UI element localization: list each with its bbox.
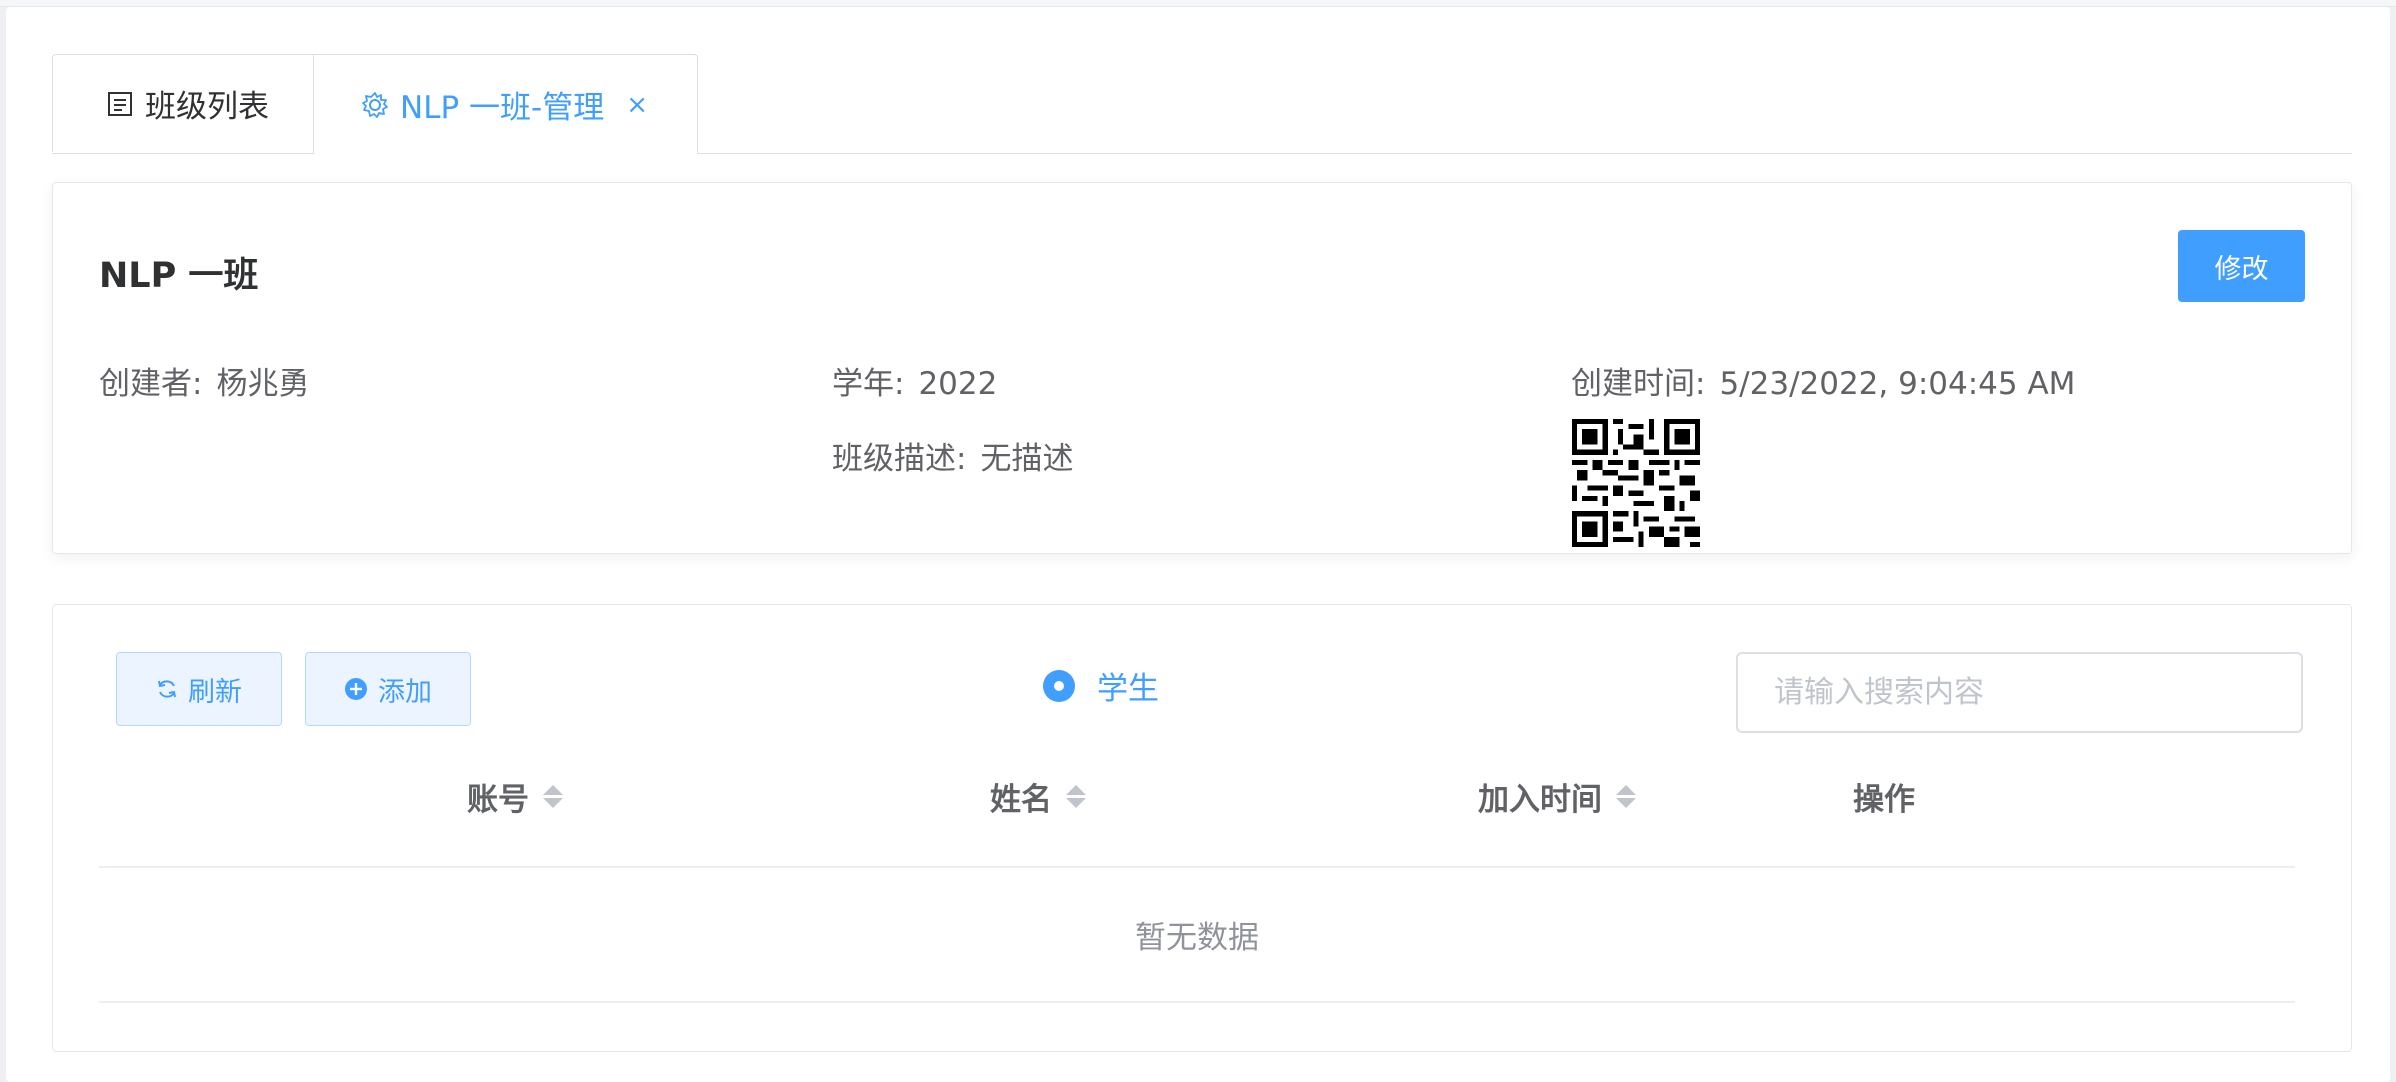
- description-value: 无描述: [980, 441, 1074, 477]
- sort-icon[interactable]: [1066, 785, 1086, 808]
- close-icon[interactable]: ×: [626, 90, 648, 120]
- tab-class-list[interactable]: 班级列表: [52, 54, 314, 152]
- column-name[interactable]: 姓名: [990, 774, 1086, 819]
- sort-icon[interactable]: [1616, 785, 1636, 808]
- gear-icon: [360, 90, 390, 120]
- tab-label: 班级列表: [145, 89, 269, 125]
- tab-label: NLP 一班-管理: [400, 90, 605, 126]
- created-time-label: 创建时间:: [1571, 366, 1706, 402]
- add-label: 添加: [378, 676, 432, 708]
- column-label: 姓名: [990, 782, 1052, 818]
- search-input[interactable]: [1736, 652, 2303, 733]
- description-field: 班级描述: 无描述: [832, 433, 1073, 478]
- created-time-field: 创建时间: 5/23/2022, 9:04:45 AM: [1571, 358, 2075, 403]
- radio-label: 学生: [1097, 671, 1159, 707]
- refresh-icon: [156, 678, 178, 700]
- refresh-button[interactable]: 刷新: [116, 652, 282, 726]
- column-join-time[interactable]: 加入时间: [1478, 774, 1636, 819]
- top-strip: [0, 0, 2396, 7]
- column-label: 加入时间: [1478, 782, 1602, 818]
- creator-value: 杨兆勇: [216, 366, 310, 402]
- class-title: NLP 一班: [99, 256, 259, 296]
- column-account[interactable]: 账号: [467, 774, 563, 819]
- empty-state: 暂无数据: [99, 868, 2295, 1003]
- radio-dot: [1043, 669, 1075, 702]
- add-button[interactable]: 添加: [305, 652, 471, 726]
- student-table-card: 刷新 添加 学生 账号 姓名 加入时间: [52, 604, 2352, 1052]
- qr-code: [1572, 419, 1700, 547]
- page-container: 班级列表 NLP 一班-管理 × NLP 一班 修改 创建者: 杨兆勇 学年: 20…: [6, 7, 2390, 1082]
- tab-class-manage[interactable]: NLP 一班-管理 ×: [313, 54, 698, 154]
- tab-bar: 班级列表 NLP 一班-管理 ×: [52, 54, 2352, 154]
- edit-button[interactable]: 修改: [2178, 230, 2305, 302]
- column-label: 账号: [467, 782, 529, 818]
- description-label: 班级描述:: [832, 441, 967, 477]
- year-field: 学年: 2022: [832, 358, 997, 403]
- column-label: 操作: [1853, 782, 1915, 818]
- sort-icon[interactable]: [543, 785, 563, 808]
- refresh-label: 刷新: [188, 676, 242, 708]
- column-actions: 操作: [1853, 774, 1915, 819]
- year-label: 学年:: [832, 366, 905, 402]
- creator-field: 创建者: 杨兆勇: [99, 358, 309, 403]
- created-time-value: 5/23/2022, 9:04:45 AM: [1719, 366, 2076, 402]
- creator-label: 创建者:: [99, 366, 203, 402]
- table-header: 账号 姓名 加入时间 操作: [99, 750, 2295, 868]
- student-radio[interactable]: 学生: [1043, 663, 1159, 708]
- year-value: 2022: [918, 366, 998, 402]
- document-icon: [105, 89, 135, 119]
- plus-circle-icon: [344, 677, 368, 701]
- class-info-card: NLP 一班 修改 创建者: 杨兆勇 学年: 2022 创建时间: 5/23/2022…: [52, 182, 2352, 554]
